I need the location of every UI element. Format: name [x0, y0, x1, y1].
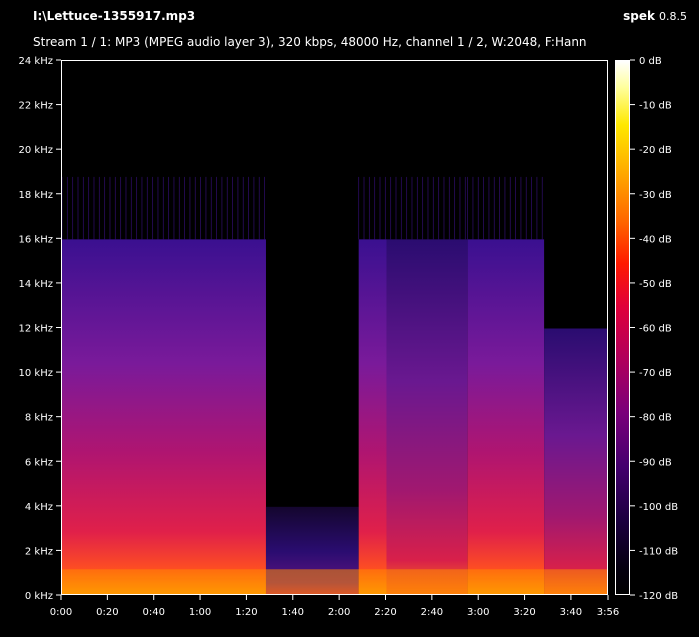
db-tick-label: -90 dB — [639, 457, 672, 468]
freq-tick-label: 12 kHz — [19, 324, 53, 335]
freq-tick-label: 24 kHz — [19, 56, 53, 67]
db-tick-label: -10 dB — [639, 101, 672, 112]
freq-tick-label: 16 kHz — [19, 234, 53, 245]
time-tick-label: 3:00 — [467, 607, 489, 618]
db-tick-label: 0 dB — [639, 56, 662, 67]
spectrogram-segment — [386, 239, 468, 594]
time-tick-label: 0:00 — [50, 607, 72, 618]
spectrogram-segment — [62, 239, 266, 594]
time-tick-label: 2:00 — [328, 607, 350, 618]
time-tick-label: 3:20 — [513, 607, 535, 618]
time-tick-label: 1:20 — [235, 607, 257, 618]
time-tick-label: 2:40 — [421, 607, 443, 618]
time-tick-label: 1:00 — [189, 607, 211, 618]
freq-tick-label: 4 kHz — [25, 502, 53, 513]
spectrogram-image — [62, 176, 607, 594]
spectrogram-segment — [467, 239, 545, 594]
db-tick-label: -70 dB — [639, 368, 672, 379]
db-tick-label: -60 dB — [639, 324, 672, 335]
freq-tick-label: 2 kHz — [25, 546, 53, 557]
freq-tick-label: 8 kHz — [25, 413, 53, 424]
db-tick-label: -80 dB — [639, 413, 672, 424]
spectrogram-segment — [358, 239, 387, 594]
spectrogram-segment — [544, 328, 607, 594]
db-tick-label: -30 dB — [639, 190, 672, 201]
freq-tick-label: 20 kHz — [19, 145, 53, 156]
time-tick-label: 0:40 — [142, 607, 164, 618]
time-tick-label: 3:56 — [597, 607, 619, 618]
freq-tick-label: 0 kHz — [25, 591, 53, 602]
time-tick-label: 3:40 — [560, 607, 582, 618]
freq-tick-label: 14 kHz — [19, 279, 53, 290]
freq-tick-label: 22 kHz — [19, 101, 53, 112]
freq-tick-label: 10 kHz — [19, 368, 53, 379]
db-tick-label: -40 dB — [639, 234, 672, 245]
db-tick-label: -110 dB — [639, 546, 678, 557]
db-tick-label: -100 dB — [639, 502, 678, 513]
freq-tick-label: 18 kHz — [19, 190, 53, 201]
freq-tick-label: 6 kHz — [25, 457, 53, 468]
db-tick-label: -120 dB — [639, 591, 678, 602]
time-tick-label: 0:20 — [96, 607, 118, 618]
db-tick-label: -50 dB — [639, 279, 672, 290]
spectrogram-bass-band — [62, 569, 607, 594]
time-tick-label: 2:20 — [374, 607, 396, 618]
spectrogram-plot — [61, 60, 608, 595]
db-tick-label: -20 dB — [639, 145, 672, 156]
db-colorbar — [615, 60, 630, 595]
time-tick-label: 1:40 — [282, 607, 304, 618]
